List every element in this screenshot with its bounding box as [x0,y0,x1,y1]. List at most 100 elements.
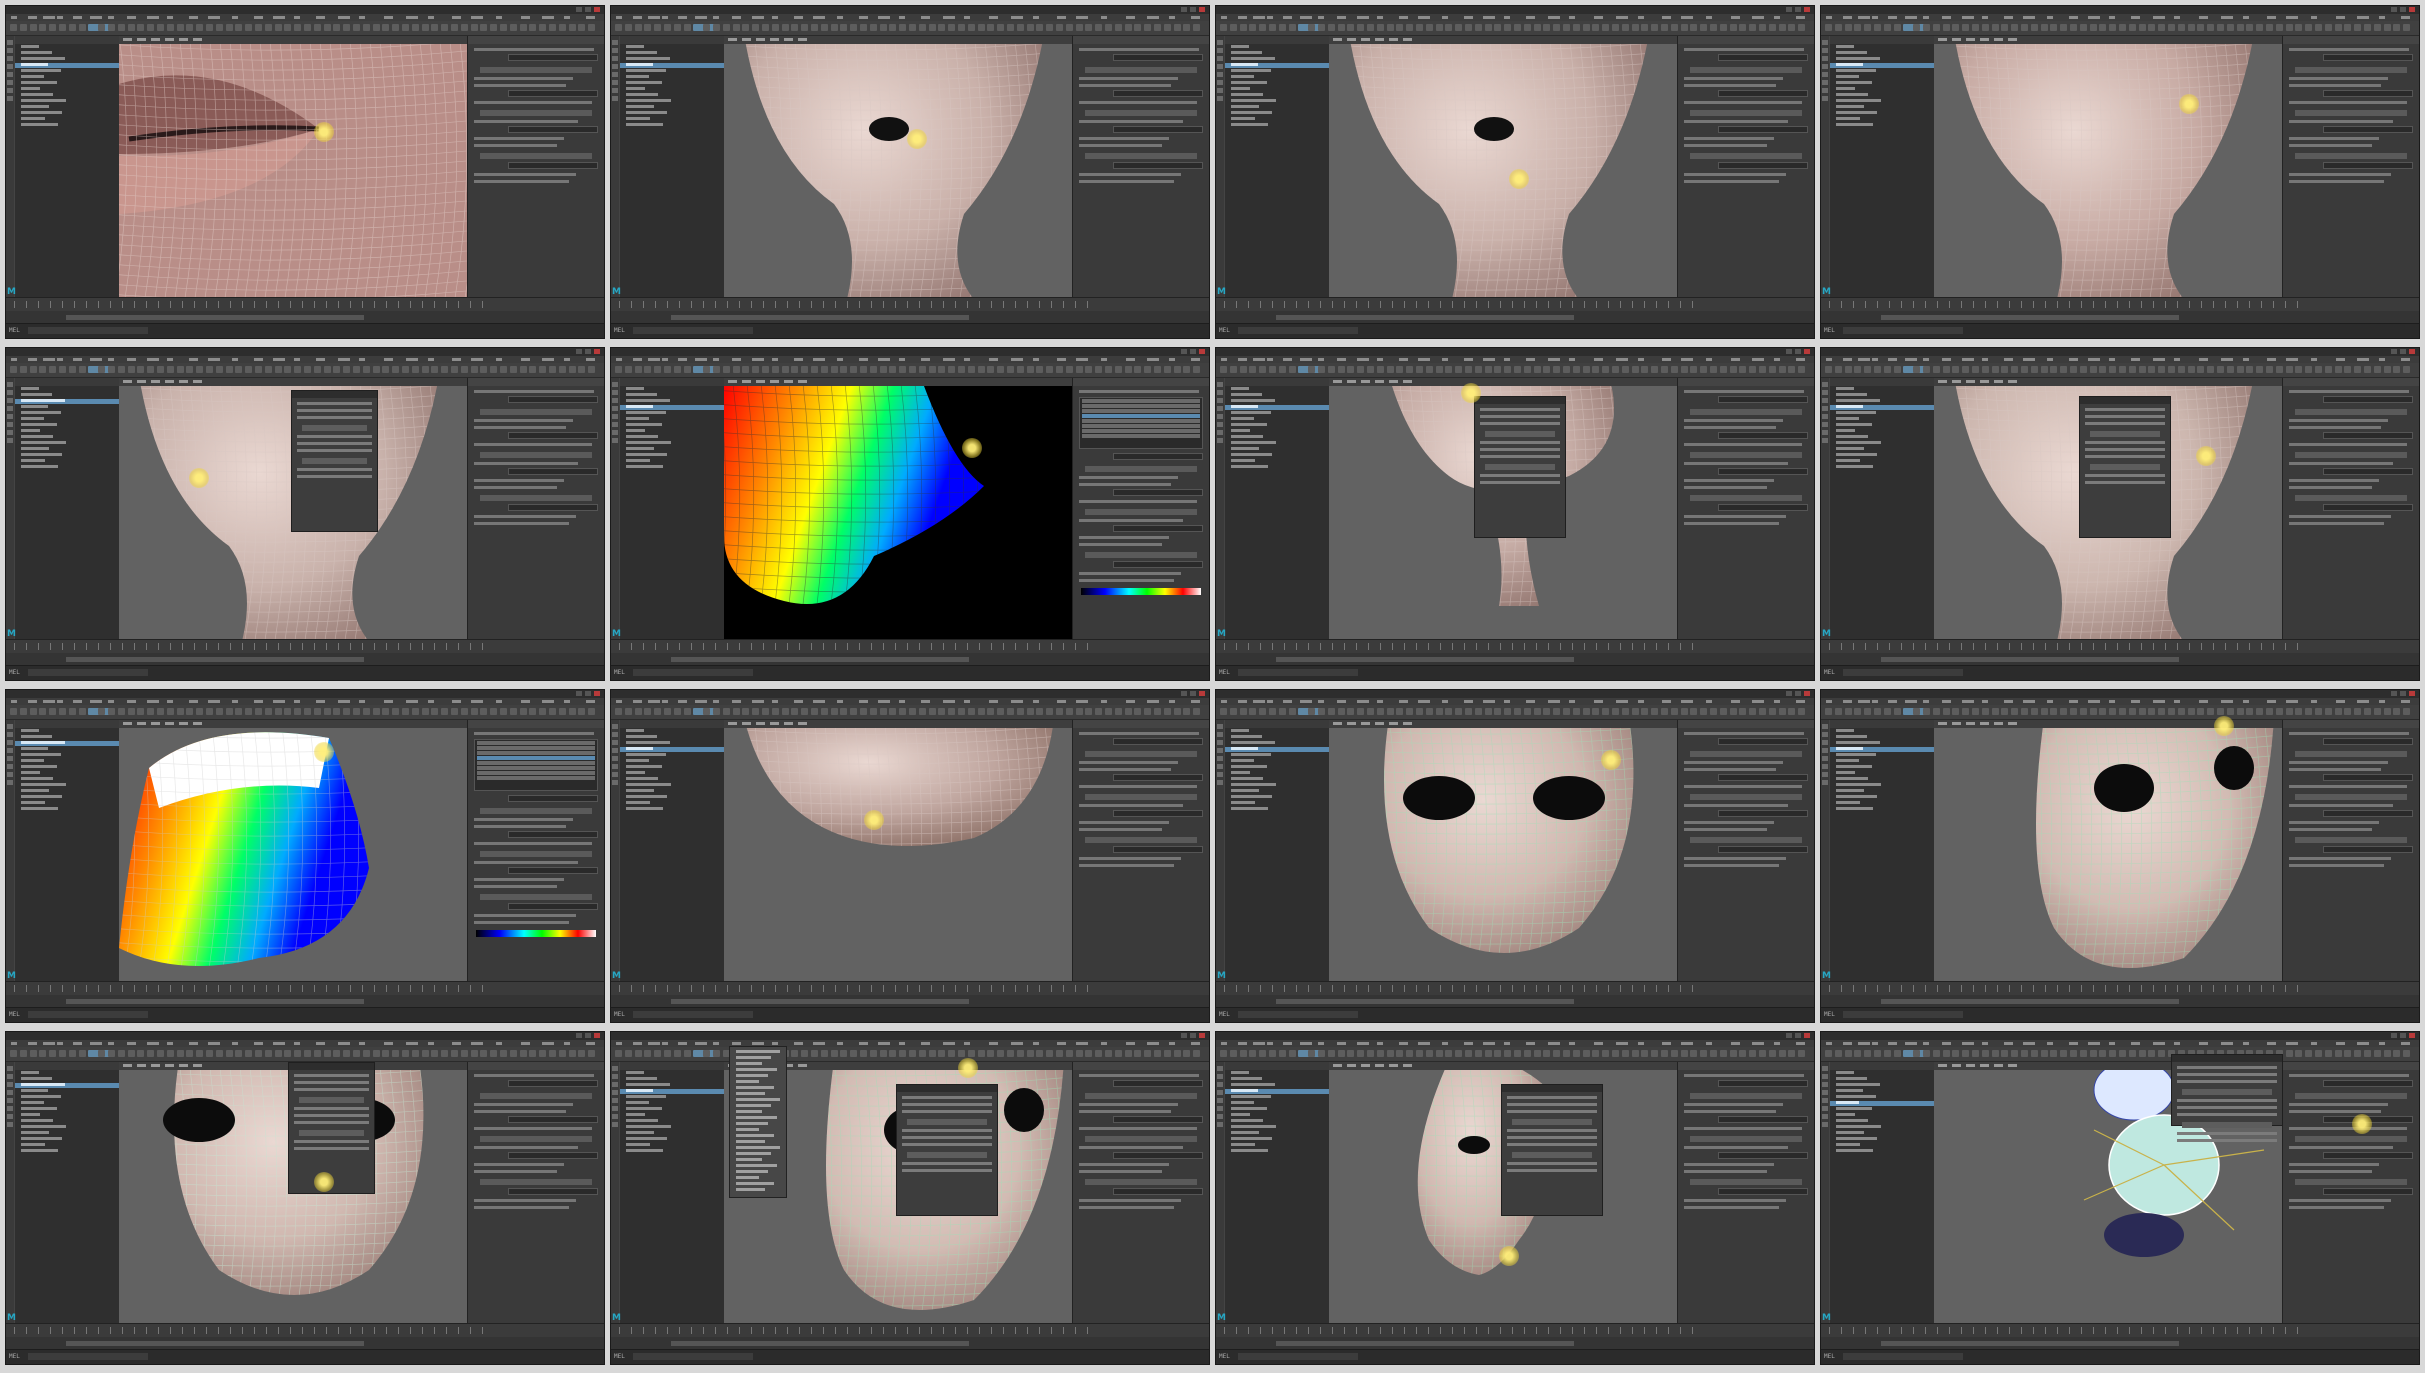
viewport-menu-item[interactable] [137,722,146,725]
viewport-menu-item[interactable] [1347,38,1356,41]
shelf-icon[interactable] [958,1050,965,1057]
shelf-icon[interactable] [1278,1050,1286,1057]
shelf-icon[interactable] [59,708,66,715]
menu-item[interactable] [1982,1042,1989,1045]
menu-item[interactable] [1190,700,1200,703]
shelf-icon[interactable] [1357,24,1365,31]
menu-item[interactable] [1904,16,1917,19]
command-input[interactable] [1843,1353,1963,1360]
shelf-icon[interactable] [1386,24,1394,31]
shelf-icon[interactable] [654,1050,662,1057]
shelf-icon[interactable] [2315,24,2322,31]
viewport-panel-menu[interactable] [119,378,467,386]
outliner-row[interactable] [21,123,119,128]
menu-item[interactable] [1637,1042,1644,1045]
command-input[interactable] [28,669,148,676]
shelf-icon[interactable] [2344,708,2352,715]
shelf-icon[interactable] [1144,366,1152,373]
shelf-icon[interactable] [967,24,975,31]
tool-settings-button[interactable] [2295,837,2407,843]
shelf-icon[interactable] [1376,708,1384,715]
menu-item[interactable] [72,1042,82,1045]
tool-icon[interactable] [1217,80,1223,85]
menu-item[interactable] [254,700,263,703]
shelf-icon[interactable] [683,1050,691,1057]
tool-icon[interactable] [1822,390,1828,395]
shelf-icon[interactable] [2383,708,2391,715]
shelf-icon[interactable] [166,708,174,715]
range-slider-bar[interactable] [1881,657,2179,662]
shelf-icon[interactable] [1700,366,1708,373]
outliner-row[interactable] [21,1149,119,1154]
shelf-icon[interactable] [549,366,556,373]
menu-entry[interactable] [736,1188,765,1191]
menu-item[interactable] [942,16,955,19]
shelf-icon[interactable] [274,366,282,373]
shelf-icon[interactable] [411,1050,419,1057]
floating-tool-dialog[interactable] [2079,396,2171,538]
menu-entry[interactable] [736,1086,774,1089]
outliner-panel[interactable] [1225,720,1330,982]
menu-item[interactable] [1547,16,1560,19]
menu-item[interactable] [384,16,394,19]
dialog-button[interactable] [1512,1119,1592,1125]
outliner-row[interactable] [21,1137,119,1142]
shelf-icon[interactable] [1621,708,1629,715]
viewport-menu-item[interactable] [151,380,160,383]
shelf-icon[interactable] [2040,708,2048,715]
shelf-icon[interactable] [392,1050,400,1057]
shelf-icon[interactable] [997,366,1005,373]
shelf-icon[interactable] [977,1050,985,1057]
tool-icon[interactable] [1822,398,1828,403]
shelf-icon[interactable] [1700,708,1708,715]
shelf-icon[interactable] [1602,1050,1610,1057]
shelf-icon[interactable] [411,24,419,31]
shelf-icon[interactable] [1474,366,1482,373]
outliner-row[interactable] [626,735,724,740]
tool-settings-field[interactable] [1113,810,1203,817]
shelf-icon[interactable] [1026,708,1034,715]
toolbox[interactable] [1216,36,1224,298]
shelf-icon[interactable] [1932,24,1940,31]
shelf-icon[interactable] [742,24,750,31]
menu-item[interactable] [2357,700,2370,703]
outliner-row[interactable] [1231,1143,1329,1148]
shelf-icon[interactable] [703,708,711,715]
shelf-icon[interactable] [1844,1050,1852,1057]
tool-settings-button[interactable] [1085,1136,1197,1142]
range-slider-bar[interactable] [1276,657,1574,662]
shelf-icon[interactable] [624,366,632,373]
viewport-menu-item[interactable] [1980,38,1989,41]
menu-item[interactable] [1752,700,1765,703]
time-slider[interactable] [6,297,604,311]
shelf-icon[interactable] [1445,1050,1453,1057]
minimize-icon[interactable] [1786,691,1792,696]
shelf-icon[interactable] [869,24,877,31]
menu-item[interactable] [2220,358,2233,361]
outliner-panel[interactable] [1830,720,1935,982]
shelf-icon[interactable] [1396,1050,1404,1057]
tool-icon[interactable] [612,1098,618,1103]
menu-item[interactable] [1705,358,1712,361]
tool-settings-field[interactable] [2323,54,2413,61]
shelf-icon[interactable] [1376,24,1384,31]
menu-item[interactable] [772,1042,779,1045]
outliner-row[interactable] [620,747,724,752]
close-icon[interactable] [1804,1033,1810,1038]
shelf-icon[interactable] [909,1050,916,1057]
outliner-row[interactable] [620,63,724,68]
menu-item[interactable] [495,700,502,703]
tool-icon[interactable] [1217,1090,1223,1095]
dialog-titlebar[interactable] [289,1063,374,1070]
shelf-icon[interactable] [1435,708,1443,715]
shelf-icon[interactable] [59,24,66,31]
shelf-icon[interactable] [1553,366,1561,373]
menu-item[interactable] [1190,358,1200,361]
shelf-icon[interactable] [1075,24,1083,31]
shelf-icon[interactable] [1533,1050,1541,1057]
outliner-row[interactable] [21,1101,119,1106]
outliner-row[interactable] [1231,51,1329,56]
menu-item[interactable] [648,16,661,19]
shelf-icon[interactable] [2403,24,2411,31]
shelf-icon[interactable] [480,708,488,715]
